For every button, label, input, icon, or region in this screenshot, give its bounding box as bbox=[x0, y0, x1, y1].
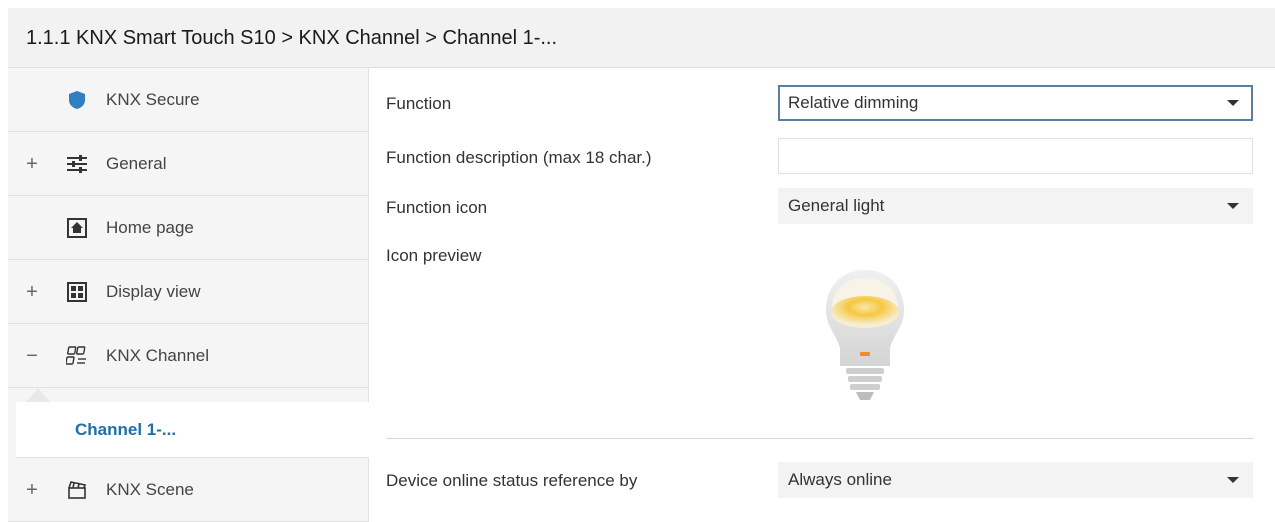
breadcrumb: 1.1.1 KNX Smart Touch S10 > KNX Channel … bbox=[8, 8, 1275, 68]
light-bulb-icon bbox=[820, 268, 910, 403]
sidebar-item-display-view[interactable]: + Display view bbox=[8, 260, 368, 324]
expand-icon[interactable]: + bbox=[24, 480, 40, 500]
collapse-icon[interactable]: − bbox=[24, 346, 40, 366]
sidebar-item-label: General bbox=[106, 153, 167, 173]
sliders-icon bbox=[66, 153, 88, 175]
sidebar-item-general[interactable]: + General bbox=[8, 132, 368, 196]
sidebar-subitem-label: Channel 1-... bbox=[75, 419, 177, 439]
sidebar-item-label: Display view bbox=[106, 281, 201, 301]
chevron-down-icon bbox=[1227, 203, 1239, 209]
sidebar-item-knx-scene[interactable]: + KNX Scene bbox=[8, 458, 368, 522]
function-icon-select[interactable]: General light bbox=[778, 188, 1253, 224]
function-icon-select-value: General light bbox=[788, 196, 885, 215]
parameter-panel: Function Relative dimming Function descr… bbox=[370, 68, 1275, 522]
chevron-down-icon bbox=[1227, 477, 1239, 483]
sidebar-item-label: KNX Scene bbox=[106, 479, 194, 499]
sidebar-item-channel-1[interactable]: Channel 1-... bbox=[16, 402, 369, 458]
sidebar-item-label: KNX Channel bbox=[106, 345, 210, 365]
icon-preview-label: Icon preview bbox=[386, 246, 482, 265]
grid-view-icon bbox=[66, 281, 88, 303]
online-status-label: Device online status reference by bbox=[386, 471, 638, 490]
function-select[interactable]: Relative dimming bbox=[778, 85, 1253, 121]
sidebar: KNX Secure + General Home page + Display… bbox=[8, 68, 369, 522]
sidebar-item-label: KNX Secure bbox=[106, 89, 200, 109]
function-label: Function bbox=[386, 94, 452, 113]
sidebar-item-label: Home page bbox=[106, 217, 194, 237]
tree-connector bbox=[26, 388, 50, 402]
function-icon-label: Function icon bbox=[386, 198, 488, 217]
home-icon bbox=[66, 217, 88, 239]
online-status-select-value: Always online bbox=[788, 470, 892, 489]
function-select-value: Relative dimming bbox=[788, 93, 919, 112]
shield-icon bbox=[66, 89, 88, 111]
expand-icon[interactable]: + bbox=[24, 282, 40, 302]
clapperboard-icon bbox=[66, 479, 88, 501]
chevron-down-icon bbox=[1227, 100, 1239, 106]
sidebar-item-knx-channel[interactable]: − KNX Channel bbox=[8, 324, 368, 388]
sidebar-item-knx-secure[interactable]: KNX Secure bbox=[8, 68, 368, 132]
section-divider bbox=[386, 438, 1254, 439]
function-description-label: Function description (max 18 char.) bbox=[386, 148, 652, 167]
online-status-select[interactable]: Always online bbox=[778, 462, 1253, 498]
channel-icon bbox=[66, 345, 88, 367]
sidebar-item-home-page[interactable]: Home page bbox=[8, 196, 368, 260]
expand-icon[interactable]: + bbox=[24, 154, 40, 174]
function-description-input[interactable] bbox=[778, 138, 1253, 174]
breadcrumb-text: 1.1.1 KNX Smart Touch S10 > KNX Channel … bbox=[26, 27, 558, 49]
